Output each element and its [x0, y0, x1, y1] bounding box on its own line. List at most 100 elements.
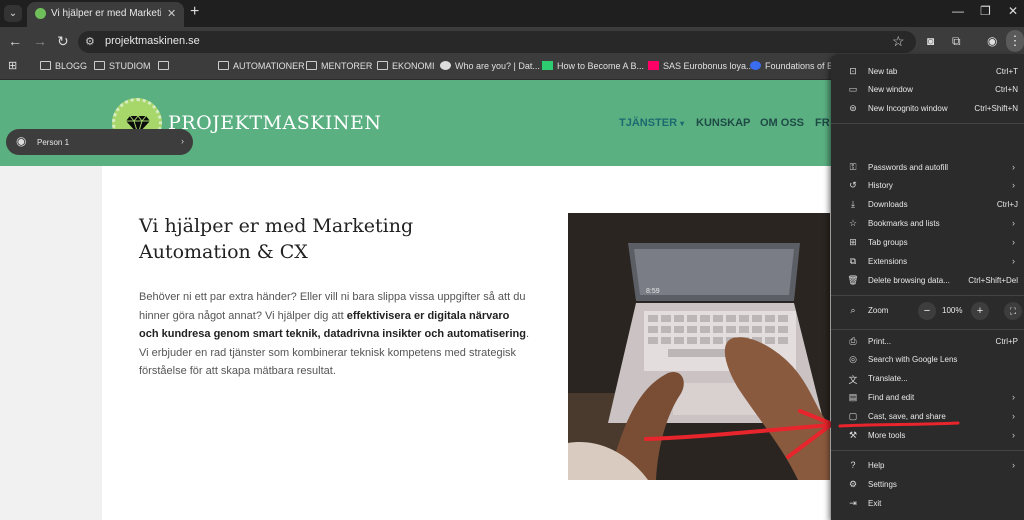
- menu-item-new-tab[interactable]: ⊡ New tab Ctrl+T: [831, 63, 1024, 82]
- bookmark-folder[interactable]: [158, 61, 173, 71]
- folder-icon: [94, 61, 105, 70]
- chevron-right-icon: ›: [1012, 460, 1015, 470]
- lens-icon: ◎: [849, 354, 857, 364]
- menu-item-bookmarks[interactable]: ☆ Bookmarks and lists ›: [831, 215, 1024, 234]
- caret-down-icon: ▾: [680, 119, 685, 128]
- menu-item-exit[interactable]: ⇥ Exit: [831, 495, 1024, 514]
- chevron-right-icon: ›: [1012, 430, 1015, 440]
- menu-item-passwords[interactable]: ⚿ Passwords and autofill ›: [831, 159, 1024, 178]
- site-logo-text[interactable]: PROJEKTMASKINEN: [168, 112, 382, 134]
- zoom-icon: ⌕: [850, 305, 856, 315]
- bookmark-folder[interactable]: BLOGG: [40, 61, 87, 71]
- find-icon: ▤: [848, 392, 858, 402]
- hero-body: Behöver ni ett par extra händer? Eller v…: [139, 291, 530, 377]
- back-arrow-icon[interactable]: ←: [8, 33, 22, 49]
- profile-icon: ◉: [16, 134, 27, 148]
- chevron-down-icon: ⌄: [8, 8, 18, 19]
- extensions-puzzle-icon[interactable]: ⧉: [952, 34, 961, 49]
- menu-item-incognito[interactable]: ⊜ New Incognito window Ctrl+Shift+N: [831, 100, 1024, 119]
- bookmark-folder[interactable]: EKONOMI: [377, 61, 435, 71]
- bookmark-folder[interactable]: STUDIOM: [94, 61, 151, 71]
- star-icon: ☆: [848, 218, 858, 228]
- folder-icon: [306, 61, 317, 70]
- menu-separator: [831, 450, 1024, 451]
- tab-search-button[interactable]: ⌄: [4, 5, 22, 22]
- laptop-screen-time: 8:59: [646, 288, 660, 295]
- site-icon: [542, 61, 553, 70]
- menu-item-history[interactable]: ↺ History ›: [831, 177, 1024, 196]
- exit-icon: ⇥: [849, 498, 857, 508]
- camera-icon[interactable]: ◙: [927, 34, 934, 48]
- key-icon: ⚿: [849, 162, 857, 172]
- bookmark-link[interactable]: How to Become A B...: [542, 61, 644, 71]
- chevron-right-icon: ›: [1012, 411, 1015, 421]
- extensions-icon: ⧉: [849, 256, 857, 266]
- menu-separator: [831, 329, 1024, 330]
- apps-grid-icon[interactable]: ⊞: [8, 59, 17, 72]
- chevron-right-icon: ›: [181, 136, 184, 146]
- close-window-icon[interactable]: ✕: [1008, 4, 1018, 18]
- site-favicon-icon: [35, 8, 46, 19]
- folder-icon: [377, 61, 388, 70]
- menu-item-settings[interactable]: ⚙ Settings: [831, 476, 1024, 495]
- nav-tjanster[interactable]: TJÄNSTER ▾: [619, 117, 684, 129]
- trash-icon: 🗑: [847, 275, 859, 285]
- bookmark-link[interactable]: Foundations of Bu: [750, 61, 838, 71]
- nav-kunskap[interactable]: KUNSKAP: [696, 117, 750, 129]
- fullscreen-icon[interactable]: ⛶: [1004, 302, 1022, 320]
- folder-icon: [158, 61, 169, 70]
- nav-om-oss[interactable]: OM OSS: [760, 117, 804, 129]
- help-icon: ?: [850, 460, 856, 470]
- zoom-out-button[interactable]: −: [918, 302, 936, 320]
- new-tab-button[interactable]: +: [190, 3, 199, 21]
- bookmark-folder[interactable]: MENTORER: [306, 61, 372, 71]
- menu-item-translate[interactable]: 文 Translate...: [831, 370, 1024, 389]
- browser-toolbar: ← → ↻ ⚙ projektmaskinen.se ☆ ◙ ⧉ ◉ ⋮: [0, 27, 1024, 57]
- minimize-icon[interactable]: —: [952, 4, 964, 18]
- menu-item-delete-data[interactable]: 🗑 Delete browsing data... Ctrl+Shift+Del: [831, 272, 1024, 291]
- menu-item-person[interactable]: ◉ Person 1 ›: [6, 129, 193, 155]
- bookmark-folder[interactable]: AUTOMATIONER: [218, 61, 305, 71]
- tab-title: Vi hjälper er med Marketing Au: [51, 8, 161, 19]
- coursera-icon: [750, 61, 761, 70]
- menu-item-downloads[interactable]: ⤓ Downloads Ctrl+J: [831, 196, 1024, 215]
- menu-item-tab-groups[interactable]: ⊞ Tab groups ›: [831, 234, 1024, 253]
- menu-kebab-icon[interactable]: ⋮: [1006, 30, 1024, 52]
- address-bar[interactable]: ⚙ projektmaskinen.se ☆: [78, 31, 916, 53]
- maximize-icon[interactable]: ❐: [980, 4, 991, 18]
- tab-groups-icon: ⊞: [849, 237, 857, 247]
- bookmark-link[interactable]: Who are you? | Dat...: [440, 61, 540, 71]
- hero-title: Vi hjälper er med Marketing Automation &…: [139, 215, 414, 263]
- new-tab-icon: ⊡: [849, 66, 857, 76]
- browser-tab[interactable]: Vi hjälper er med Marketing Au ✕: [27, 2, 184, 27]
- menu-separator: [831, 295, 1024, 296]
- menu-item-help[interactable]: ? Help ›: [831, 457, 1024, 476]
- chevron-right-icon: ›: [1012, 162, 1015, 172]
- incognito-icon: ⊜: [849, 103, 857, 113]
- figma-icon: [648, 61, 659, 70]
- chevron-right-icon: ›: [1012, 237, 1015, 247]
- menu-item-extensions[interactable]: ⧉ Extensions ›: [831, 253, 1024, 272]
- menu-item-find-edit[interactable]: ▤ Find and edit ›: [831, 389, 1024, 408]
- tab-close-button[interactable]: ✕: [167, 7, 176, 20]
- translate-icon: 文: [848, 375, 858, 385]
- menu-item-google-lens[interactable]: ◎ Search with Google Lens: [831, 351, 1024, 370]
- new-window-icon: ▭: [848, 84, 858, 94]
- menu-item-new-window[interactable]: ▭ New window Ctrl+N: [831, 81, 1024, 100]
- bookmark-star-icon[interactable]: ☆: [892, 33, 905, 50]
- gear-icon: ⚙: [848, 479, 858, 489]
- reload-icon[interactable]: ↻: [57, 33, 69, 50]
- menu-item-print[interactable]: ⎙ Print... Ctrl+P: [831, 333, 1024, 352]
- folder-icon: [40, 61, 51, 70]
- forward-arrow-icon[interactable]: →: [33, 33, 47, 49]
- download-icon: ⤓: [851, 199, 855, 209]
- tab-strip: ⌄ Vi hjälper er med Marketing Au ✕ + — ❐…: [0, 0, 1024, 27]
- site-info-icon[interactable]: ⚙: [85, 35, 95, 48]
- toolbox-icon: ⚒: [848, 430, 858, 440]
- nav-more[interactable]: FR: [815, 117, 830, 129]
- history-icon: ↺: [849, 180, 857, 190]
- menu-separator: [831, 123, 1024, 124]
- profile-avatar-icon[interactable]: ◉: [987, 34, 997, 48]
- bookmark-link[interactable]: SAS Eurobonus loya...: [648, 61, 754, 71]
- zoom-in-button[interactable]: +: [971, 302, 989, 320]
